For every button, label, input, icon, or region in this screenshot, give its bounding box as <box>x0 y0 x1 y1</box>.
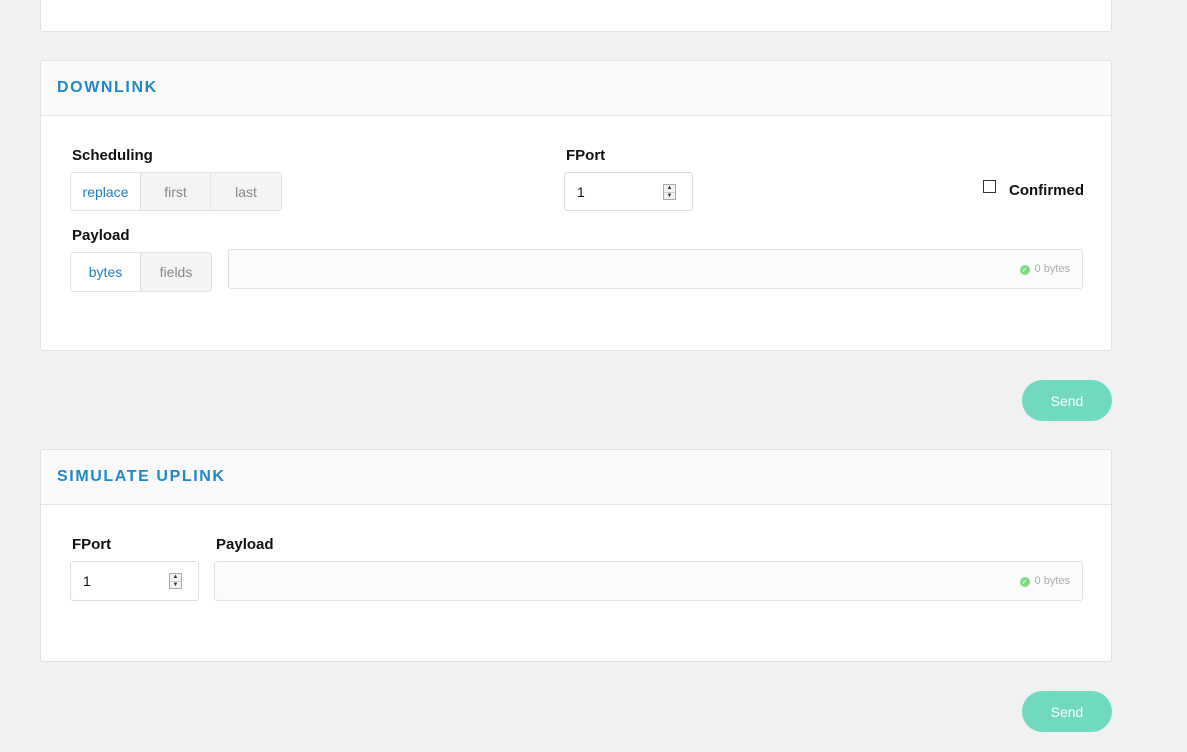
downlink-payload-label: Payload <box>72 227 130 244</box>
downlink-payload-size: ✓ 0 bytes <box>1019 263 1070 275</box>
downlink-fport-label: FPort <box>566 147 606 164</box>
uplink-title: SIMULATE UPLINK <box>57 468 226 485</box>
payload-bytes-button[interactable]: bytes <box>71 253 141 291</box>
payload-mode-selector: bytes fields <box>70 252 212 292</box>
scheduling-first-button[interactable]: first <box>141 173 211 210</box>
downlink-fport-input[interactable]: 1 ▲ ▼ <box>564 172 693 211</box>
spin-up-icon[interactable]: ▲ <box>664 185 675 193</box>
uplink-fport-label: FPort <box>72 536 112 553</box>
uplink-payload-size-text: 0 bytes <box>1034 575 1070 587</box>
scheduling-selector: replace first last <box>70 172 282 211</box>
confirmed-label: Confirmed <box>1009 182 1084 199</box>
spin-up-icon[interactable]: ▲ <box>170 574 181 582</box>
scheduling-last-button[interactable]: last <box>211 173 281 210</box>
uplink-fport-spinner[interactable]: ▲ ▼ <box>169 573 182 589</box>
downlink-header: DOWNLINK <box>41 61 1111 116</box>
downlink-payload-input[interactable]: ✓ 0 bytes <box>228 249 1083 289</box>
uplink-fport-input[interactable]: 1 ▲ ▼ <box>70 561 199 601</box>
downlink-fport-spinner[interactable]: ▲ ▼ <box>663 183 676 200</box>
previous-card <box>40 0 1112 32</box>
scheduling-label: Scheduling <box>72 147 153 164</box>
scheduling-replace-button[interactable]: replace <box>71 173 141 210</box>
uplink-payload-size: ✓ 0 bytes <box>1019 575 1070 587</box>
downlink-title: DOWNLINK <box>57 79 158 96</box>
uplink-send-button[interactable]: Send <box>1022 691 1112 732</box>
downlink-fport-value: 1 <box>577 183 585 200</box>
uplink-card: SIMULATE UPLINK FPort 1 ▲ ▼ Payload ✓ 0 … <box>40 449 1112 662</box>
uplink-fport-value: 1 <box>83 573 91 589</box>
spin-down-icon[interactable]: ▼ <box>664 193 675 200</box>
uplink-payload-input[interactable]: ✓ 0 bytes <box>214 561 1083 601</box>
downlink-send-button[interactable]: Send <box>1022 380 1112 421</box>
uplink-payload-label: Payload <box>216 536 274 553</box>
uplink-header: SIMULATE UPLINK <box>41 450 1111 505</box>
valid-check-icon: ✓ <box>1019 577 1030 587</box>
spin-down-icon[interactable]: ▼ <box>170 582 181 589</box>
valid-check-icon: ✓ <box>1019 265 1030 275</box>
downlink-card: DOWNLINK Scheduling replace first last F… <box>40 60 1112 351</box>
payload-fields-button[interactable]: fields <box>141 253 211 291</box>
confirmed-checkbox[interactable] <box>983 180 996 193</box>
downlink-payload-size-text: 0 bytes <box>1034 263 1070 275</box>
